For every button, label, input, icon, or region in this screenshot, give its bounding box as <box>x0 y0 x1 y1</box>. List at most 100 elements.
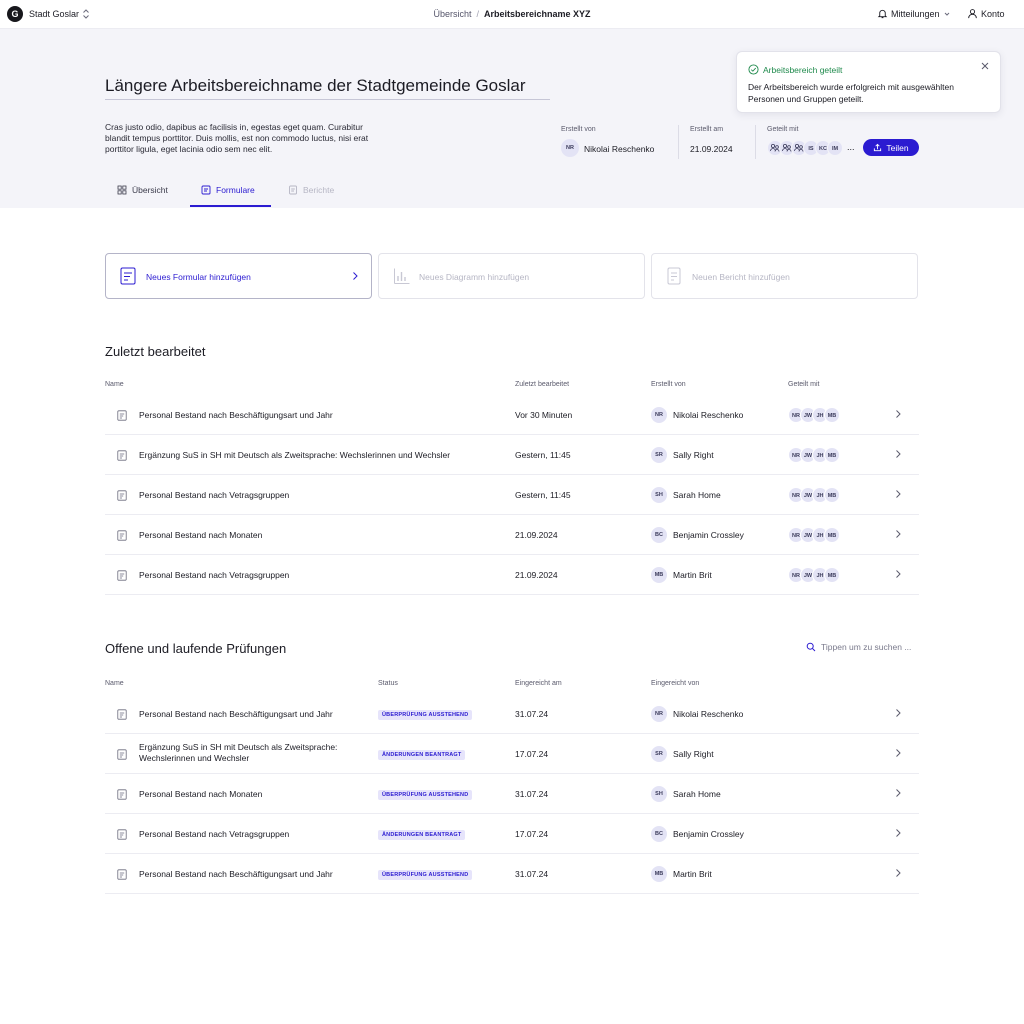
shared-avatars: NR JW JH MB <box>788 527 840 543</box>
shared-avatars: NR JW JH MB <box>788 407 840 423</box>
tab-label: Übersicht <box>132 185 168 195</box>
meta-divider <box>678 125 679 159</box>
add-chart-card: Neues Diagramm hinzufügen <box>378 253 645 299</box>
chevron-right-icon[interactable] <box>894 569 902 579</box>
table-row[interactable]: Personal Bestand nach Monaten ÜBERPRÜFUNG… <box>105 774 919 814</box>
workspace-description: Cras justo odio, dapibus ac facilisis in… <box>105 122 369 154</box>
shared-avatars: NR JW JH MB <box>788 447 840 463</box>
submitter: NR Nikolai Reschenko <box>651 706 743 722</box>
form-name[interactable]: Personal Bestand nach Monaten <box>139 789 262 799</box>
avatar: SR <box>651 746 667 762</box>
meta-divider <box>755 125 756 159</box>
avatar: MB <box>824 407 840 423</box>
tab-label: Berichte <box>303 185 335 195</box>
submitter-name: Sarah Home <box>673 789 721 799</box>
form-name[interactable]: Personal Bestand nach Beschäftigungsart … <box>139 869 333 879</box>
active-tab-indicator <box>190 205 271 207</box>
table-row[interactable]: Personal Bestand nach Beschäftigungsart … <box>105 395 919 435</box>
add-form-label: Neues Formular hinzufügen <box>146 272 251 282</box>
document-icon <box>117 570 127 581</box>
status-badge: ÜBERPRÜFUNG AUSSTEHEND <box>378 788 473 800</box>
avatar: SR <box>651 447 667 463</box>
form-name[interactable]: Personal Bestand nach Beschäftigungsart … <box>139 709 333 719</box>
add-report-label: Neuen Bericht hinzufügen <box>692 272 790 282</box>
creator: SH Sarah Home <box>651 487 721 503</box>
document-icon <box>117 410 127 421</box>
form-name[interactable]: Personal Bestand nach Vetragsgruppen <box>139 829 289 839</box>
chevron-right-icon[interactable] <box>894 828 902 838</box>
table-row[interactable]: Ergänzung SuS in SH mit Deutsch als Zwei… <box>105 435 919 475</box>
shared-avatars: NR JW JH MB <box>788 567 840 583</box>
tab-forms[interactable]: Formulare <box>201 185 255 195</box>
recent-section-title: Zuletzt bearbeitet <box>105 344 206 359</box>
status-badge: ÜBERPRÜFUNG AUSSTEHEND <box>378 868 473 880</box>
share-label: Teilen <box>886 142 909 153</box>
status-label: ÄNDERUNGEN BEANTRAGT <box>378 750 466 760</box>
bar-chart-icon <box>393 267 411 285</box>
creator: NR Nikolai Reschenko <box>651 407 743 423</box>
table-row[interactable]: Personal Bestand nach Beschäftigungsart … <box>105 694 919 734</box>
chevron-right-icon[interactable] <box>894 449 902 459</box>
share-button[interactable]: Teilen <box>863 139 919 156</box>
chevron-right-icon[interactable] <box>894 409 902 419</box>
creator-name: Martin Brit <box>673 570 712 580</box>
form-name[interactable]: Ergänzung SuS in SH mit Deutsch als Zwei… <box>139 742 359 764</box>
form-name[interactable]: Personal Bestand nach Vetragsgruppen <box>139 490 289 500</box>
chevron-right-icon[interactable] <box>894 489 902 499</box>
chevron-right-icon[interactable] <box>894 788 902 798</box>
status-label: ÜBERPRÜFUNG AUSSTEHEND <box>378 870 473 880</box>
status-label: ÜBERPRÜFUNG AUSSTEHEND <box>378 710 473 720</box>
column-header-submitter: Eingereicht von <box>651 680 700 687</box>
status-badge: ÄNDERUNGEN BEANTRAGT <box>378 748 466 760</box>
shared-more: ... <box>847 142 855 152</box>
form-name[interactable]: Personal Bestand nach Beschäftigungsart … <box>139 410 333 420</box>
form-name[interactable]: Personal Bestand nach Monaten <box>139 530 262 540</box>
created-at-label: Erstellt am <box>690 126 724 133</box>
table-row[interactable]: Personal Bestand nach Vetragsgruppen Gest… <box>105 475 919 515</box>
add-chart-label: Neues Diagramm hinzufügen <box>419 272 530 282</box>
creator-name: Sarah Home <box>673 490 721 500</box>
breadcrumb-separator: / <box>476 9 479 19</box>
avatar: MB <box>824 567 840 583</box>
avatar: SH <box>651 487 667 503</box>
notifications-label: Mitteilungen <box>891 8 940 19</box>
chevron-right-icon[interactable] <box>894 748 902 758</box>
table-row[interactable]: Ergänzung SuS in SH mit Deutsch als Zwei… <box>105 734 919 774</box>
document-icon <box>117 490 127 501</box>
shared-avatars[interactable]: IS KC IM ... <box>767 140 855 156</box>
add-form-card[interactable]: Neues Formular hinzufügen <box>105 253 372 299</box>
chevron-right-icon[interactable] <box>894 708 902 718</box>
document-icon <box>117 749 127 760</box>
submitter: MB Martin Brit <box>651 866 712 882</box>
form-name[interactable]: Personal Bestand nach Vetragsgruppen <box>139 570 289 580</box>
form-icon <box>120 267 136 285</box>
created-by-name: Nikolai Reschenko <box>584 144 655 154</box>
toast-title: Arbeitsbereich geteilt <box>763 65 843 75</box>
breadcrumb-overview[interactable]: Übersicht <box>433 9 471 19</box>
chevron-right-icon[interactable] <box>894 529 902 539</box>
submitter-name: Martin Brit <box>673 869 712 879</box>
avatar: NR <box>561 139 579 157</box>
creator-name: Benjamin Crossley <box>673 530 744 540</box>
close-icon[interactable] <box>980 61 990 71</box>
chevron-right-icon[interactable] <box>894 868 902 878</box>
tab-overview[interactable]: Übersicht <box>117 185 168 195</box>
search-icon <box>806 642 816 652</box>
creator-name: Sally Right <box>673 450 714 460</box>
table-row[interactable]: Personal Bestand nach Beschäftigungsart … <box>105 854 919 894</box>
submitter-name: Benjamin Crossley <box>673 829 744 839</box>
avatar: MB <box>824 527 840 543</box>
account-menu[interactable]: Konto <box>967 8 1005 19</box>
last-edited: 21.09.2024 <box>515 570 558 580</box>
submitted-date: 31.07.24 <box>515 869 549 879</box>
column-header-creator: Erstellt von <box>651 381 686 388</box>
table-row[interactable]: Personal Bestand nach Vetragsgruppen 21.0… <box>105 555 919 595</box>
notifications-menu[interactable]: Mitteilungen <box>877 8 951 19</box>
workspace-title[interactable]: Längere Arbeitsbereichname der Stadtgeme… <box>105 76 526 96</box>
submitter-name: Nikolai Reschenko <box>673 709 744 719</box>
table-row[interactable]: Personal Bestand nach Vetragsgruppen ÄNDE… <box>105 814 919 854</box>
form-name[interactable]: Ergänzung SuS in SH mit Deutsch als Zwei… <box>139 450 450 460</box>
search-input[interactable]: Tippen um zu suchen ... <box>806 642 911 652</box>
table-row[interactable]: Personal Bestand nach Monaten 21.09.2024 B… <box>105 515 919 555</box>
last-edited: Gestern, 11:45 <box>515 490 571 500</box>
